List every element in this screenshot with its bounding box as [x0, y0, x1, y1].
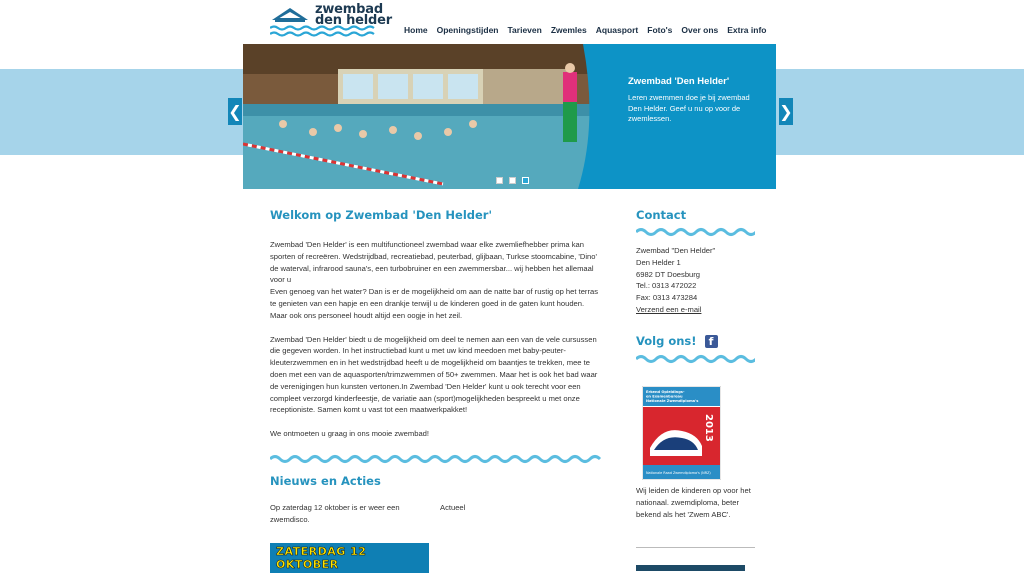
chevron-right-icon: ❯ [779, 102, 793, 121]
slider-prev-button[interactable]: ❮ [228, 98, 242, 125]
nav-tarieven[interactable]: Tarieven [508, 25, 542, 35]
contact-email-link[interactable]: Verzend een e-mail [636, 305, 701, 314]
svg-text:en Examenbureau: en Examenbureau [646, 395, 683, 399]
svg-text:Nationale Zwemdiploma's: Nationale Zwemdiploma's [646, 399, 698, 403]
slide-caption: Zwembad 'Den Helder' Leren zwemmen doe j… [628, 76, 763, 125]
svg-text:Erkend Opleidings-: Erkend Opleidings- [646, 390, 685, 394]
contact-street: Den Helder 1 [636, 257, 681, 267]
wave-divider [636, 354, 755, 363]
nav-zwemles[interactable]: Zwemles [551, 25, 587, 35]
main-nav: Home Openingstijden Tarieven Zwemles Aqu… [404, 25, 775, 35]
slider-dot-3[interactable] [522, 177, 529, 184]
nav-home[interactable]: Home [404, 25, 428, 35]
news-title: Nieuws en Acties [270, 473, 381, 488]
news-item[interactable]: Op zaterdag 12 oktober is er weer een zw… [270, 502, 602, 526]
diploma-footer: Nationale Raad Zwemdiploma's (NRZ) [646, 471, 711, 475]
slider-next-button[interactable]: ❯ [779, 98, 793, 125]
main-content: Welkom op Zwembad 'Den Helder' Zwembad '… [270, 208, 602, 526]
news-item-text[interactable]: Op zaterdag 12 oktober is er weer een zw… [270, 502, 440, 526]
nav-aquasport[interactable]: Aquasport [596, 25, 639, 35]
image-slider[interactable]: Zwembad 'Den Helder' Leren zwemmen doe j… [243, 44, 776, 189]
follow-title-text: Volg ons! [636, 333, 697, 348]
welcome-paragraph-3: Zwembad 'Den Helder' biedt u de mogelijk… [270, 334, 598, 415]
chevron-left-icon: ❮ [228, 102, 242, 121]
contact-title: Contact [636, 208, 687, 222]
contact-city: 6982 DT Doesburg [636, 269, 701, 279]
slider-dot-2[interactable] [509, 177, 516, 184]
diploma-text: Wij leiden de kinderen op voor het natio… [636, 486, 751, 519]
contact-tel: Tel.: 0313 472022 [636, 281, 697, 291]
slide-title: Zwembad 'Den Helder' [628, 76, 730, 87]
sidebar-divider [636, 547, 755, 548]
nav-fotos[interactable]: Foto's [647, 25, 672, 35]
nav-extra-info[interactable]: Extra info [727, 25, 766, 35]
sidebar-banner[interactable] [636, 565, 745, 571]
facebook-icon[interactable]: f [704, 334, 718, 348]
diploma-year: 2013 [703, 414, 714, 442]
contact-name: Zwembad "Den Helder" [636, 246, 716, 255]
nav-openingstijden[interactable]: Openingstijden [437, 25, 499, 35]
diploma-logo[interactable]: Erkend Opleidings- en Examenbureau Natio… [642, 386, 721, 480]
welcome-paragraph-1: Zwembad 'Den Helder' is een multifunctio… [270, 240, 597, 285]
contact-fax: Fax: 0313 473284 [636, 293, 698, 303]
sidebar: Contact Zwembad "Den Helder" Den Helder … [636, 208, 756, 366]
logo-text[interactable]: zwembad den helder [315, 3, 392, 28]
news-item-category: Actueel [440, 502, 466, 512]
wave-divider [636, 228, 755, 236]
follow-title: Volg ons! f [636, 334, 756, 348]
logo-line2: den helder [315, 13, 392, 28]
news-image-text: ZATERDAG 12 OKTOBER [276, 545, 367, 572]
diploma-text-block: Wij leiden de kinderen op voor het natio… [636, 485, 756, 520]
welcome-title: Welkom op Zwembad 'Den Helder' [270, 208, 492, 222]
slide-text: Leren zwemmen doe je bij zwembad Den Hel… [628, 93, 750, 123]
slider-dot-1[interactable] [496, 177, 503, 184]
welcome-paragraph-4: We ontmoeten u graag in ons mooie zwemba… [270, 429, 429, 439]
wave-divider [270, 454, 602, 463]
slider-dots [496, 177, 529, 184]
nav-over-ons[interactable]: Over ons [681, 25, 718, 35]
slider-photo [243, 44, 608, 189]
welcome-paragraph-2: Even genoeg van het water? Dan is er de … [270, 287, 598, 320]
